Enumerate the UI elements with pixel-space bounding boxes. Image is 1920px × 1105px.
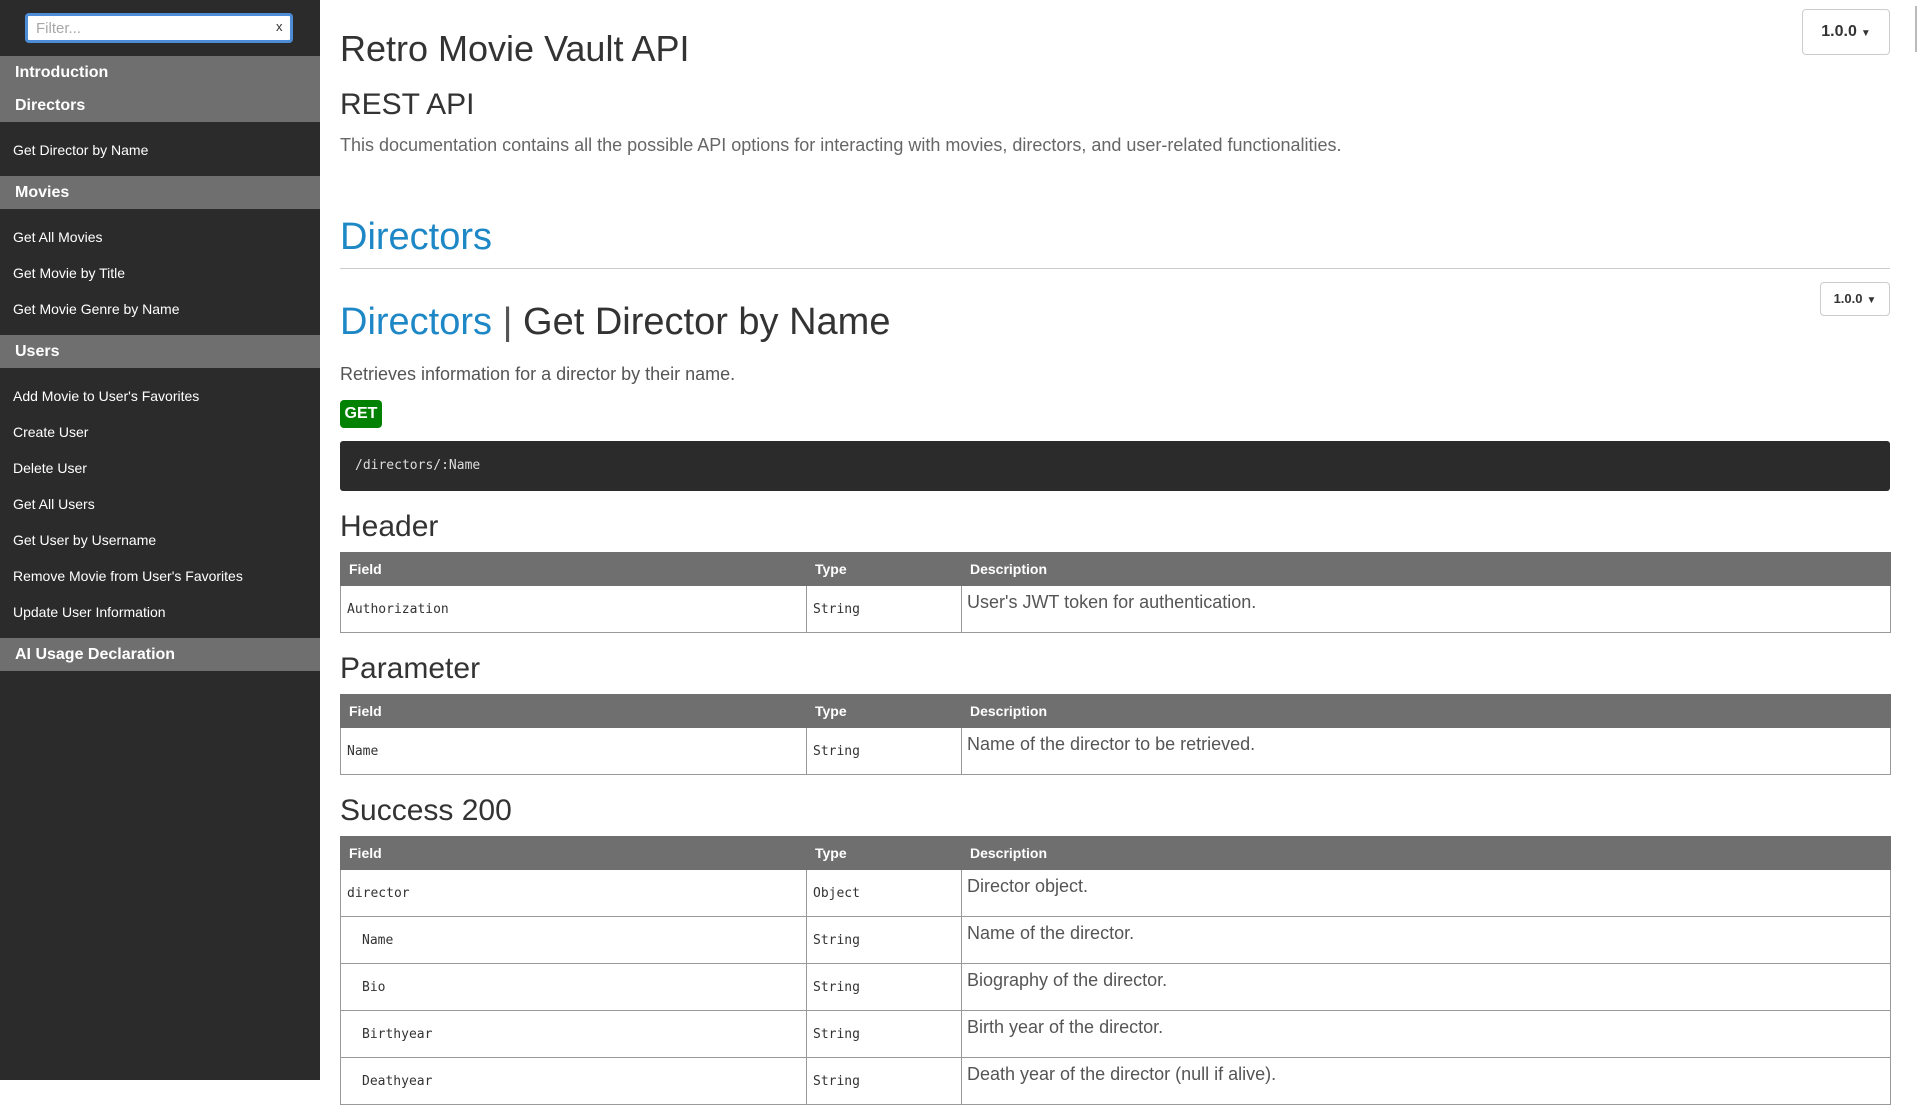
table-header-row: Field Type Description — [340, 552, 1891, 586]
nav-item-get-all-users[interactable]: Get All Users — [0, 486, 320, 522]
column-header-description: Description — [961, 552, 1891, 586]
header-block-title: Header — [340, 510, 439, 543]
nav-header-movies[interactable]: Movies — [0, 176, 320, 209]
parameter-fields-table: Field Type Description Name String Name … — [340, 694, 1891, 775]
table-row: director Object Director object. — [340, 869, 1891, 917]
caret-down-icon: ▼ — [1860, 28, 1871, 39]
field-name: Name — [340, 916, 807, 964]
nav-item-get-movie-genre-by-name[interactable]: Get Movie Genre by Name — [0, 291, 320, 327]
page-description: This documentation contains all the poss… — [340, 135, 1342, 155]
nav-header-users[interactable]: Users — [0, 335, 320, 368]
filter-clear-button[interactable]: x — [276, 19, 283, 35]
filter-input[interactable] — [25, 13, 293, 43]
column-header-type: Type — [806, 552, 962, 586]
field-description: Birth year of the director. — [961, 1010, 1891, 1058]
field-type: String — [806, 916, 962, 964]
endpoint-name: Get Director by Name — [523, 301, 891, 343]
version-label: 1.0.0 — [1821, 23, 1857, 40]
column-header-field: Field — [340, 836, 807, 870]
table-row: Birthyear String Birth year of the direc… — [340, 1010, 1891, 1058]
table-header-row: Field Type Description — [340, 836, 1891, 870]
table-header-row: Field Type Description — [340, 694, 1891, 728]
main-content: 1.0.0 ▼ Retro Movie Vault API REST API Th… — [340, 0, 1891, 1105]
column-header-type: Type — [806, 836, 962, 870]
section-title-directors[interactable]: Directors — [340, 216, 492, 259]
table-row: Name String Name of the director to be r… — [340, 727, 1891, 775]
field-name: Deathyear — [340, 1057, 807, 1105]
field-type: String — [806, 585, 962, 633]
nav-item-create-user[interactable]: Create User — [0, 414, 320, 450]
field-name: Bio — [340, 963, 807, 1011]
column-header-field: Field — [340, 694, 807, 728]
field-description: User's JWT token for authentication. — [961, 585, 1891, 633]
table-row: Name String Name of the director. — [340, 916, 1891, 964]
field-description: Death year of the director (null if aliv… — [961, 1057, 1891, 1105]
page-scrollbar[interactable] — [1915, 6, 1917, 52]
nav-list-users: Add Movie to User's Favorites Create Use… — [0, 368, 320, 638]
nav-item-get-director-by-name[interactable]: Get Director by Name — [0, 132, 320, 168]
field-description: Biography of the director. — [961, 963, 1891, 1011]
endpoint-title: Directors | Get Director by Name — [340, 301, 890, 344]
column-header-field: Field — [340, 552, 807, 586]
http-method-badge: GET — [340, 400, 382, 428]
section-divider — [340, 268, 1890, 269]
nav-header-directors[interactable]: Directors — [0, 89, 320, 122]
field-type: String — [806, 1010, 962, 1058]
parameter-block-title: Parameter — [340, 652, 481, 685]
table-row: Deathyear String Death year of the direc… — [340, 1057, 1891, 1105]
column-header-description: Description — [961, 836, 1891, 870]
endpoint-version-label: 1.0.0 — [1833, 291, 1863, 306]
endpoint-description: Retrieves information for a director by … — [340, 364, 736, 384]
endpoint-version-dropdown-button[interactable]: 1.0.0 ▼ — [1820, 282, 1890, 316]
nav-item-remove-movie-from-favorites[interactable]: Remove Movie from User's Favorites — [0, 558, 320, 594]
success-block-title: Success 200 — [340, 794, 512, 827]
field-type: String — [806, 727, 962, 775]
table-row: Bio String Biography of the director. — [340, 963, 1891, 1011]
nav-header-introduction[interactable]: Introduction — [0, 56, 320, 89]
endpoint-group-link[interactable]: Directors — [340, 301, 492, 343]
field-description: Director object. — [961, 869, 1891, 917]
success-fields-table: Field Type Description director Object D… — [340, 836, 1891, 1105]
version-dropdown-button[interactable]: 1.0.0 ▼ — [1802, 9, 1890, 55]
table-row: Authorization String User's JWT token fo… — [340, 585, 1891, 633]
nav-item-get-all-movies[interactable]: Get All Movies — [0, 219, 320, 255]
endpoint-url-block: /directors/:Name — [340, 441, 1890, 491]
field-description: Name of the director to be retrieved. — [961, 727, 1891, 775]
field-description: Name of the director. — [961, 916, 1891, 964]
nav-item-get-movie-by-title[interactable]: Get Movie by Title — [0, 255, 320, 291]
header-fields-table: Field Type Description Authorization Str… — [340, 552, 1891, 633]
endpoint-url: /directors/:Name — [355, 458, 481, 473]
nav-item-add-movie-to-favorites[interactable]: Add Movie to User's Favorites — [0, 378, 320, 414]
sidebar-nav: x Introduction Directors Get Director by… — [0, 0, 320, 1080]
nav-list-movies: Get All Movies Get Movie by Title Get Mo… — [0, 209, 320, 335]
nav-header-ai-usage-declaration[interactable]: AI Usage Declaration — [0, 638, 320, 671]
nav-item-update-user-information[interactable]: Update User Information — [0, 594, 320, 630]
nav-item-get-user-by-username[interactable]: Get User by Username — [0, 522, 320, 558]
field-type: String — [806, 1057, 962, 1105]
field-type: String — [806, 963, 962, 1011]
column-header-description: Description — [961, 694, 1891, 728]
field-name: Name — [340, 727, 807, 775]
field-type: Object — [806, 869, 962, 917]
field-name: Birthyear — [340, 1010, 807, 1058]
nav-item-delete-user[interactable]: Delete User — [0, 450, 320, 486]
column-header-type: Type — [806, 694, 962, 728]
field-name: Authorization — [340, 585, 807, 633]
nav-list-directors: Get Director by Name — [0, 122, 320, 176]
filter-container: x — [0, 0, 320, 56]
page-subtitle: REST API — [340, 88, 475, 121]
field-name: director — [340, 869, 807, 917]
endpoint-title-separator: | — [502, 301, 513, 343]
page-title: Retro Movie Vault API — [340, 28, 690, 69]
caret-down-icon: ▼ — [1866, 295, 1877, 306]
